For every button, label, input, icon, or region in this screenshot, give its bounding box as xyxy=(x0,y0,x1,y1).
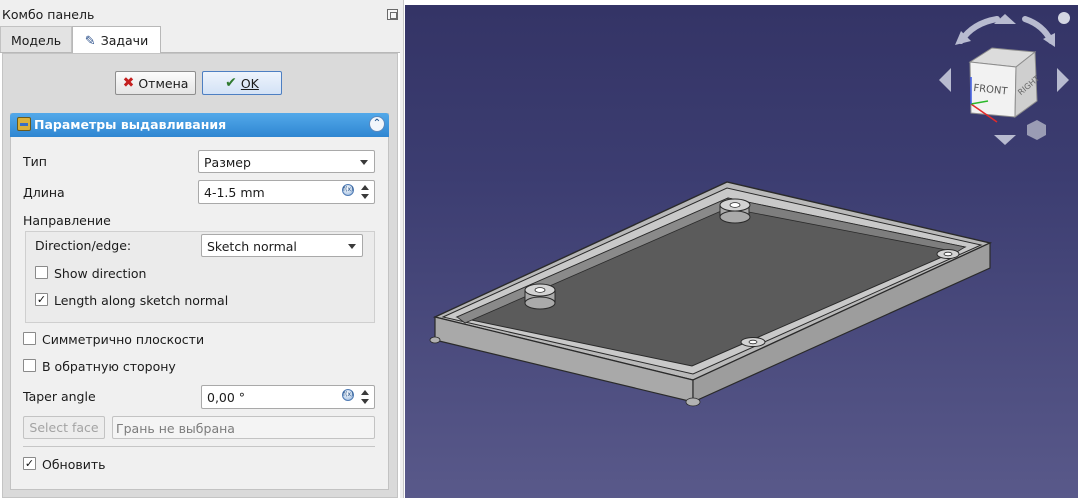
mounting-boss xyxy=(719,198,751,224)
direction-edge-value: Sketch normal xyxy=(207,239,297,254)
length-along-normal-checkbox[interactable]: ✓ xyxy=(35,293,48,306)
reversed-label: В обратную сторону xyxy=(42,359,176,374)
length-input[interactable]: 4-1.5 mm f(x) xyxy=(198,180,375,204)
close-view-icon[interactable] xyxy=(1058,12,1070,24)
tray-corner-foot xyxy=(685,397,701,407)
chevron-down-icon xyxy=(360,160,368,165)
group-header[interactable]: Параметры выдавливания ⌃ xyxy=(10,113,389,137)
refresh-checkbox[interactable]: ✓ xyxy=(23,457,36,470)
type-select[interactable]: Размер xyxy=(198,150,375,173)
type-label: Тип xyxy=(23,154,47,169)
tab-tasks-label: Задачи xyxy=(100,33,149,48)
arrow-left-icon[interactable] xyxy=(939,68,951,92)
divider xyxy=(23,446,375,447)
ok-label: OK xyxy=(240,75,259,91)
cancel-label: Отмена xyxy=(138,75,189,91)
spin-down-icon[interactable] xyxy=(361,399,369,404)
tray-model[interactable] xyxy=(429,181,993,407)
mounting-boss xyxy=(524,283,556,310)
direction-edge-select[interactable]: Sketch normal xyxy=(201,234,363,257)
direction-label: Направление xyxy=(23,213,111,228)
close-icon: ✖ xyxy=(122,75,135,91)
pad-icon xyxy=(17,117,31,131)
show-direction-label: Show direction xyxy=(54,266,147,281)
show-direction-checkbox[interactable] xyxy=(35,266,48,279)
expression-icon[interactable]: f(x) xyxy=(342,389,354,401)
chevron-down-icon xyxy=(348,244,356,249)
select-face-button[interactable]: Select face xyxy=(23,416,105,439)
length-spin-buttons[interactable] xyxy=(359,184,371,201)
navigation-cube[interactable]: FRONT RIGHT xyxy=(939,12,1070,145)
arrow-right-icon[interactable] xyxy=(1057,68,1069,92)
scene: FRONT RIGHT xyxy=(429,12,1070,407)
length-label: Длина xyxy=(23,185,65,200)
tray-corner-foot xyxy=(429,336,441,344)
collapse-icon[interactable]: ⌃ xyxy=(369,116,385,132)
taper-angle-value: 0,00 ° xyxy=(207,390,246,405)
mounting-boss xyxy=(936,249,960,259)
expression-icon[interactable]: f(x) xyxy=(342,184,354,196)
ok-button[interactable]: ✔ OK xyxy=(202,71,282,95)
pencil-icon: ✎ xyxy=(84,34,96,49)
panel-title: Комбо панель xyxy=(2,7,95,22)
taper-angle-label: Taper angle xyxy=(23,389,96,404)
direction-edge-label: Direction/edge: xyxy=(35,238,132,253)
3d-viewport[interactable]: FRONT RIGHT xyxy=(405,5,1078,498)
symmetric-label: Симметрично плоскости xyxy=(42,332,205,347)
spin-up-icon[interactable] xyxy=(361,390,369,395)
tab-model-label: Модель xyxy=(10,33,62,48)
tab-model[interactable]: Модель xyxy=(0,26,72,52)
cancel-button[interactable]: ✖ Отмена xyxy=(115,71,196,95)
reversed-checkbox[interactable] xyxy=(23,359,36,372)
tab-tasks[interactable]: ✎ Задачи xyxy=(72,26,161,53)
type-select-value: Размер xyxy=(204,155,251,170)
spin-up-icon[interactable] xyxy=(361,185,369,190)
symmetric-checkbox[interactable] xyxy=(23,332,36,345)
ok-icon: ✔ xyxy=(225,75,237,91)
undock-button[interactable] xyxy=(387,9,398,20)
arrow-down-icon[interactable] xyxy=(994,135,1016,145)
spin-down-icon[interactable] xyxy=(361,194,369,199)
taper-spin-buttons[interactable] xyxy=(359,389,371,406)
length-value: 4-1.5 mm xyxy=(204,185,265,200)
face-field: Грань не выбрана xyxy=(112,416,375,439)
view-menu-icon[interactable] xyxy=(1027,120,1046,140)
length-along-normal-label: Length along sketch normal xyxy=(54,293,229,308)
mounting-boss xyxy=(740,337,766,347)
taper-angle-input[interactable]: 0,00 ° f(x) xyxy=(201,385,375,409)
group-title: Параметры выдавливания xyxy=(34,117,227,132)
refresh-label: Обновить xyxy=(42,457,106,472)
